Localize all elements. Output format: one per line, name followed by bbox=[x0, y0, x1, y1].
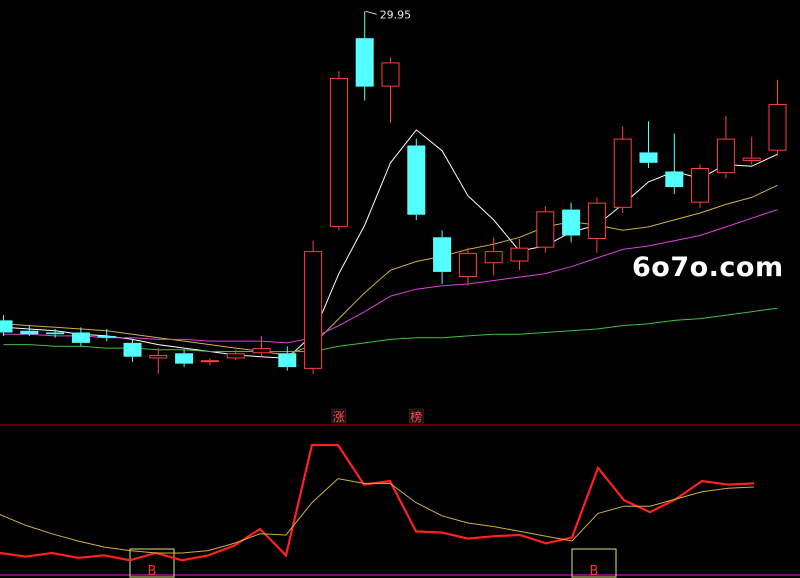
ma-line-4 bbox=[3, 307, 778, 352]
candle-body-down bbox=[123, 342, 142, 357]
candle-body-down bbox=[97, 335, 116, 338]
annotation-label: 榜 bbox=[410, 409, 422, 424]
candle bbox=[252, 335, 271, 357]
candle-body-down bbox=[639, 152, 658, 163]
candle-body-up bbox=[200, 360, 219, 363]
candle bbox=[200, 358, 219, 366]
candle-body-up bbox=[149, 354, 168, 359]
ma-line-3 bbox=[3, 209, 778, 344]
annotation-label: 涨 bbox=[333, 409, 345, 424]
candle bbox=[639, 121, 658, 169]
candle bbox=[0, 315, 13, 336]
candle bbox=[355, 11, 374, 101]
ma-line-1 bbox=[3, 129, 778, 359]
candle bbox=[742, 136, 761, 165]
candle-body-up bbox=[768, 103, 787, 151]
candle bbox=[71, 327, 90, 347]
signal-label: B bbox=[590, 564, 599, 578]
candle-body-down bbox=[175, 353, 194, 364]
candle bbox=[691, 164, 710, 208]
signal-label: B bbox=[148, 564, 157, 578]
candle bbox=[381, 57, 400, 123]
candle-body-up bbox=[536, 211, 555, 248]
candle bbox=[716, 116, 735, 179]
candle-body-up bbox=[613, 138, 632, 208]
candle bbox=[665, 133, 684, 194]
candle bbox=[433, 230, 452, 285]
candle bbox=[613, 126, 632, 214]
candle-body-down bbox=[278, 353, 297, 368]
candle bbox=[123, 339, 142, 362]
candle bbox=[768, 79, 787, 156]
candle bbox=[587, 197, 606, 253]
candle-body-up bbox=[381, 62, 400, 87]
candle-body-up bbox=[691, 168, 710, 203]
candle-body-down bbox=[407, 145, 426, 215]
candle-body-up bbox=[484, 251, 503, 264]
candle-body-up bbox=[252, 348, 271, 354]
candle-body-down bbox=[71, 332, 90, 343]
candle bbox=[278, 346, 297, 371]
candle-body-up bbox=[304, 251, 323, 369]
candle bbox=[407, 138, 426, 220]
candle bbox=[536, 206, 555, 253]
candle bbox=[562, 202, 581, 243]
chart-stage: 涨榜 BB 29.95 6o7o.com bbox=[0, 0, 800, 578]
peak-pointer bbox=[365, 10, 377, 15]
candle-body-down bbox=[433, 237, 452, 272]
candle-body-up bbox=[587, 202, 606, 239]
candle bbox=[304, 240, 323, 375]
candle bbox=[458, 247, 477, 286]
candle-body-down bbox=[46, 332, 65, 335]
candle-body-down bbox=[355, 38, 374, 87]
candle bbox=[149, 348, 168, 375]
stock-chart: 涨 榜 B B 29.95 bbox=[0, 8, 800, 578]
candle-body-up bbox=[510, 247, 529, 262]
oscillator-line-2 bbox=[0, 478, 755, 554]
candle-body-down bbox=[562, 209, 581, 236]
candle-body-up bbox=[329, 77, 348, 227]
candle-body-down bbox=[0, 320, 13, 333]
peak-price-label: 29.95 bbox=[380, 8, 412, 21]
candle-body-up bbox=[226, 353, 245, 359]
oscillator-line-1 bbox=[0, 443, 755, 562]
candle bbox=[175, 349, 194, 368]
candle-body-down bbox=[665, 171, 684, 188]
candle-body-up bbox=[458, 252, 477, 278]
candle-body-up bbox=[716, 138, 735, 174]
candle bbox=[329, 71, 348, 231]
ma-line-2 bbox=[3, 184, 778, 356]
candle-body-down bbox=[20, 330, 39, 335]
candle-body-up bbox=[742, 157, 761, 162]
